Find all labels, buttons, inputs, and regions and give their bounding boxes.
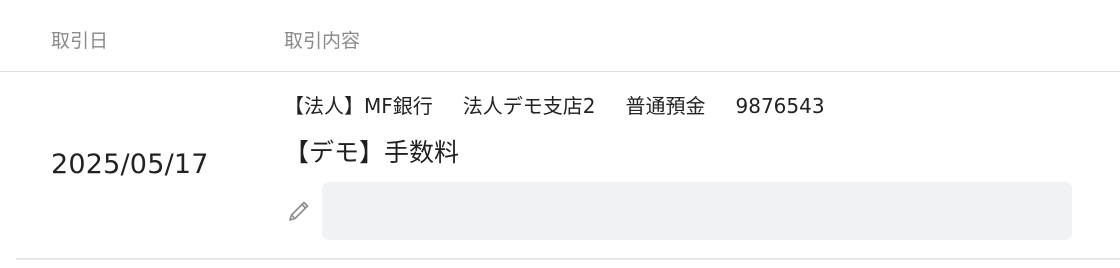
account-type: 普通預金 <box>625 94 706 118</box>
table-row[interactable]: 2025/05/17 【法人】MF銀行 法人デモ支店2 普通預金 9876543 【デ… <box>16 72 1120 260</box>
transaction-description: 【デモ】手数料 <box>284 138 460 167</box>
table-header-row: 取引日 取引内容 <box>0 0 1120 72</box>
transaction-date: 2025/05/17 <box>51 149 209 180</box>
branch-name: 法人デモ支店2 <box>462 94 596 118</box>
memo-field-wrapper <box>284 182 1072 242</box>
pencil-icon <box>284 196 314 226</box>
transaction-table: 取引日 取引内容 2025/05/17 【法人】MF銀行 法人デモ支店2 普通預金 9… <box>0 0 1120 268</box>
bank-name: 【法人】MF銀行 <box>284 94 433 118</box>
account-number: 9876543 <box>735 94 825 118</box>
account-info: 【法人】MF銀行 法人デモ支店2 普通預金 9876543 <box>284 92 825 120</box>
memo-input[interactable] <box>322 182 1072 240</box>
column-header-description[interactable]: 取引内容 <box>284 28 360 54</box>
column-header-date[interactable]: 取引日 <box>51 28 108 54</box>
